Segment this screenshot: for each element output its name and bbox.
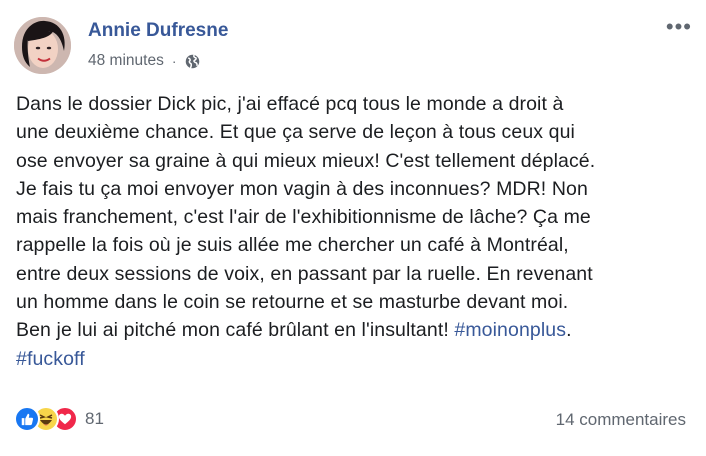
globe-icon[interactable] [185,54,200,69]
post-text-line: rappelle la fois où je suis allée me che… [16,234,569,257]
post-body: Dans le dossier Dick pic, j'ai effacé pc… [16,90,696,373]
post-text-line: ose envoyer sa graine à qui mieux mieux!… [16,149,596,172]
reactions-summary[interactable]: 81 [14,406,104,432]
hashtag-moinonplus[interactable]: #moinonplus [454,319,566,341]
author-name[interactable]: Annie Dufresne [88,20,228,42]
post-text-line: mais franchement, c'est l'air de l'exhib… [16,206,591,229]
hashtag-line: #fuckoff [16,345,696,373]
post-text-line-last: Ben je lui ai pitché mon café brûlant en… [16,316,696,344]
post-text-fragment: Ben je lui ai pitché mon café brûlant en… [16,319,455,342]
post-text-line: entre deux sessions de voix, en passant … [16,262,593,285]
post-text-line: un homme dans le coin se retourne et se … [16,291,569,314]
meta-separator: · [171,53,177,69]
like-icon [14,406,40,432]
post-text-line: une deuxième chance. Et que ça serve de … [16,121,575,144]
post-timestamp[interactable]: 48 minutes [88,52,164,70]
more-options-icon[interactable]: ••• [666,16,692,38]
post-text-line: Je fais tu ça moi envoyer mon vagin à de… [16,177,588,200]
post-meta: 48 minutes · [88,52,200,70]
reaction-count[interactable]: 81 [85,409,104,429]
hashtag-fuckoff[interactable]: #fuckoff [16,348,85,370]
comments-link[interactable]: 14 commentaires [556,410,686,430]
post-text-line: Dans le dossier Dick pic, j'ai effacé pc… [16,93,564,115]
facebook-post: Annie Dufresne 48 minutes · ••• Dans le … [0,0,706,456]
avatar[interactable] [14,17,71,74]
trailing-period: . [566,319,572,342]
